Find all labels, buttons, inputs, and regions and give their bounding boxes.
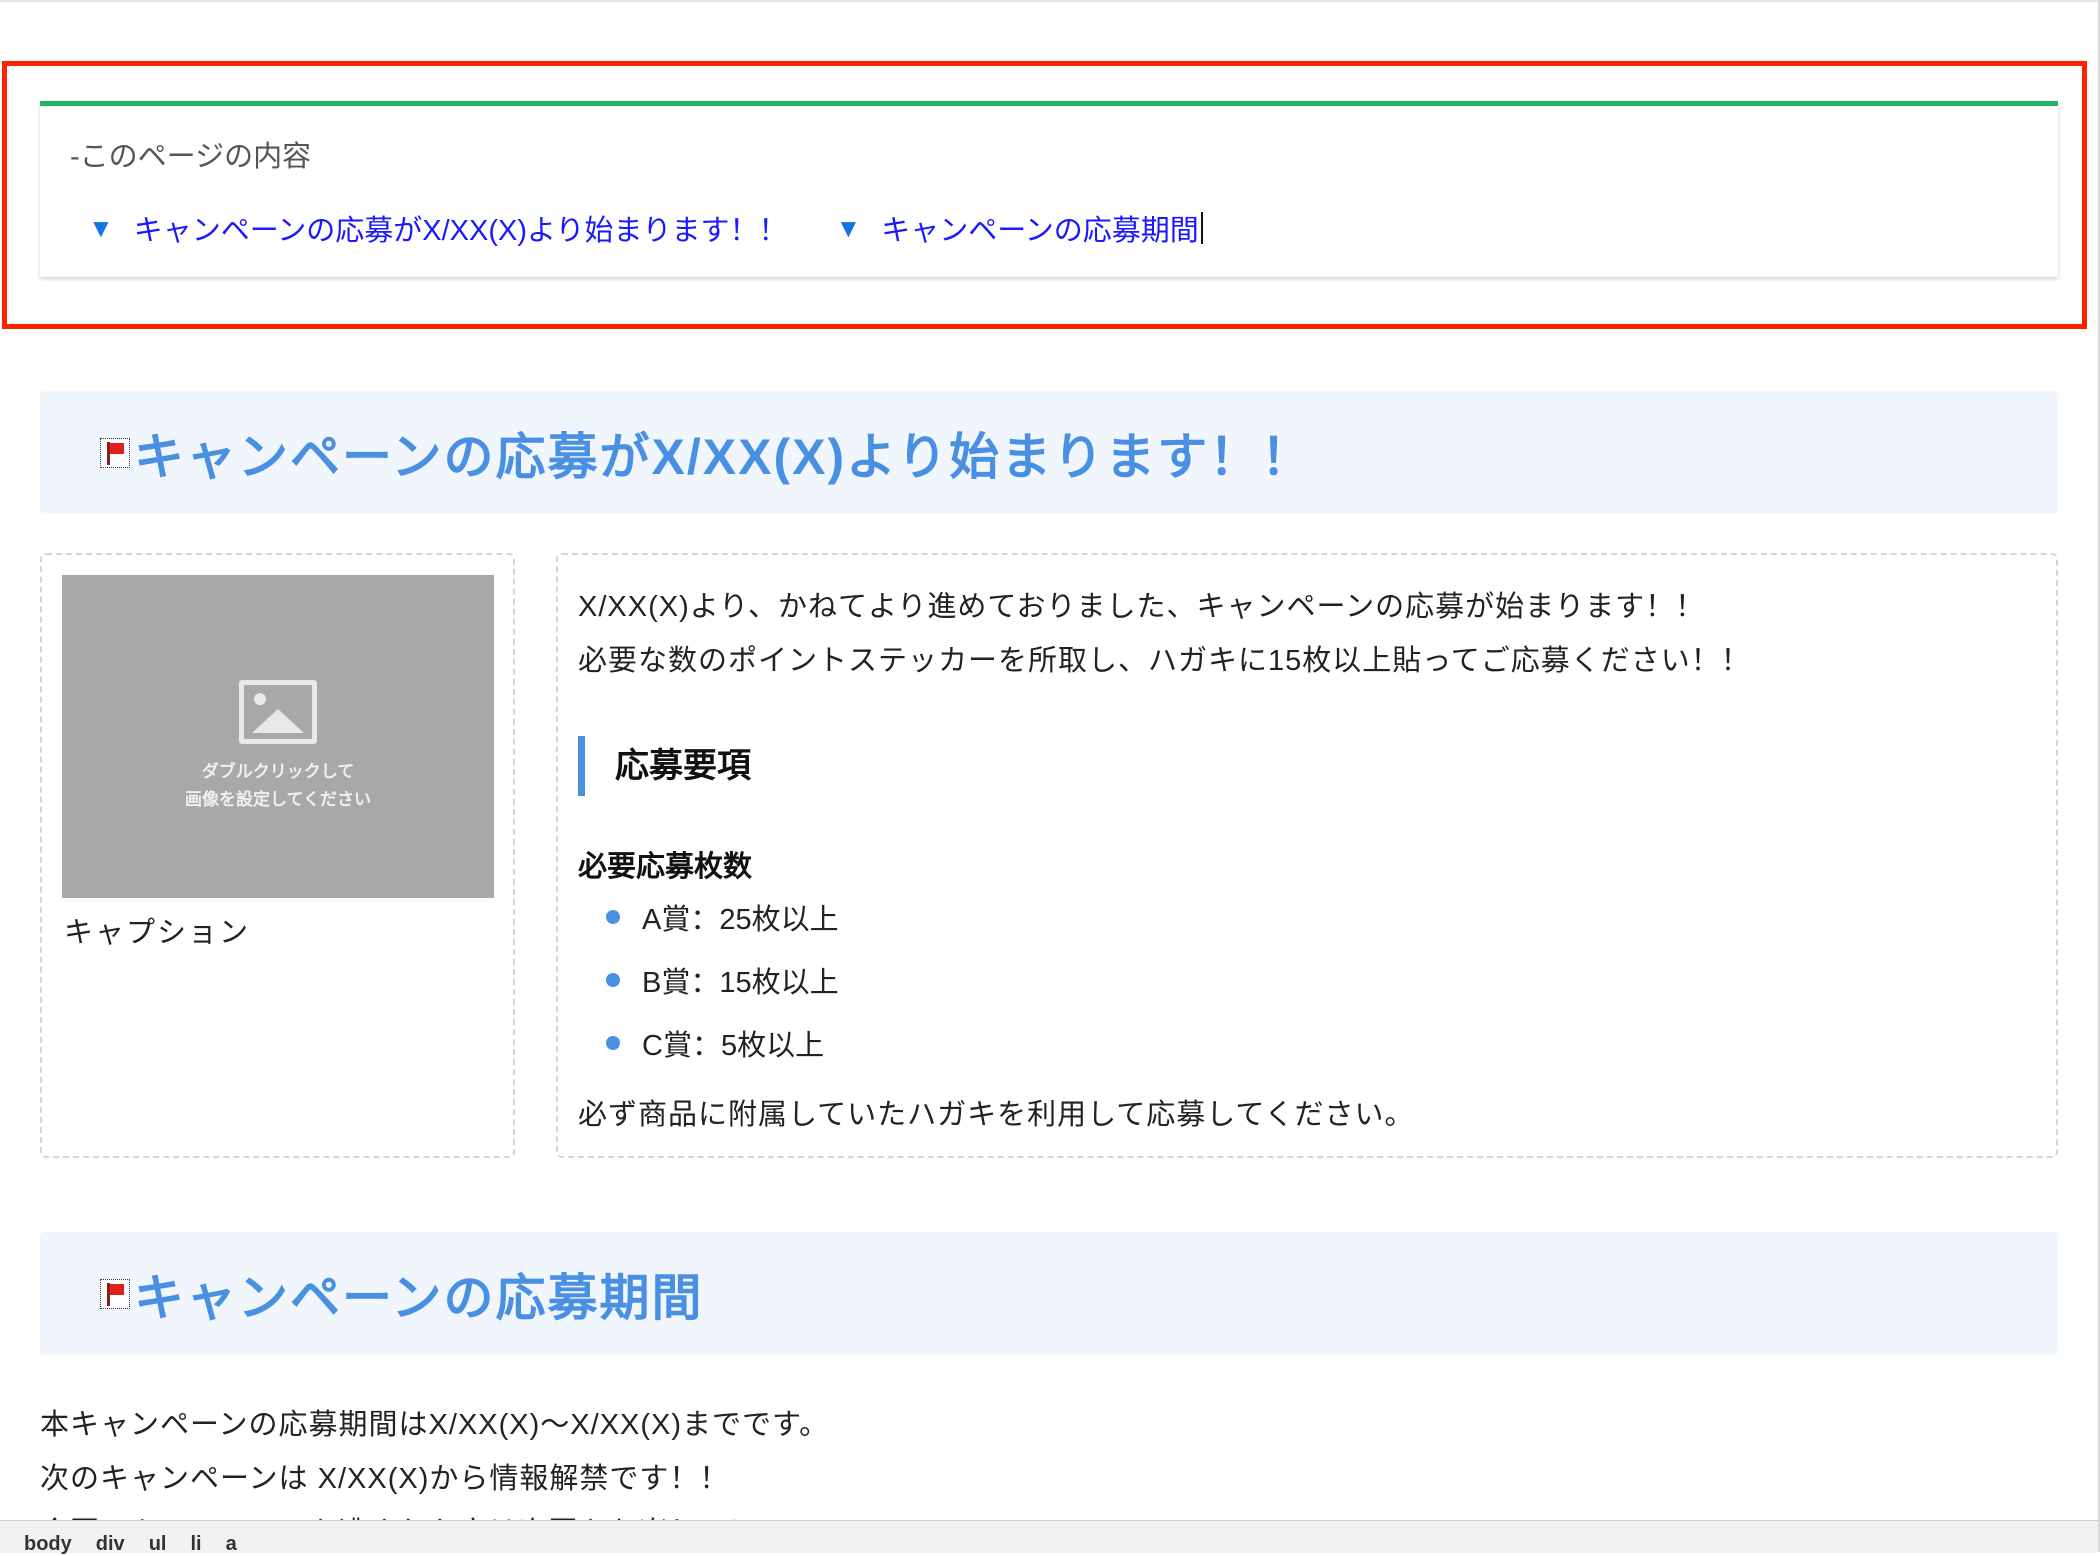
list-item: C賞：5枚以上 [606,1011,839,1074]
breadcrumb-item[interactable]: a [226,1533,237,1556]
requirements-label: 必要応募枚数 [578,851,753,883]
list-item: A賞：25枚以上 [606,885,839,948]
breadcrumb: body div ul li a [24,1533,237,1556]
paragraph: 今回のキャンペーンを逃された方は次回をお楽しみに！！ [40,1509,819,1520]
section-heading-campaign-start[interactable]: キャンペーンの応募がX/XX(X)より始まります！！ [40,391,2058,514]
subheading: 応募要項 [578,736,751,796]
section-heading-text: キャンペーンの応募期間 [134,1269,704,1326]
image-icon [239,679,317,744]
red-flag-icon [100,1278,130,1309]
toc-link-label: キャンペーンの応募がX/XX(X)より始まります！！ [133,215,788,247]
bullet-icon [606,972,620,987]
toc-link-campaign-start[interactable]: ▼ キャンペーンの応募がX/XX(X)より始まります！！ [88,207,787,249]
bullet-icon [606,909,620,924]
image-placeholder-text: ダブルクリックして 画像を設定してください [185,761,371,809]
text-block[interactable]: X/XX(X)より、かねてより進めておりました、キャンペーンの応募が始まります！… [556,553,2058,1158]
list-item: B賞：15枚以上 [606,948,839,1011]
toc-link-list: ▼ キャンペーンの応募がX/XX(X)より始まります！！ ▼ キャンペーンの応募… [88,207,1203,249]
paragraph: X/XX(X)より、かねてより進めておりました、キャンペーンの応募が始まります！… [578,591,1706,623]
section-heading-text: キャンペーンの応募がX/XX(X)より始まります！！ [134,428,1314,485]
triangle-down-icon: ▼ [835,212,862,243]
breadcrumb-item[interactable]: body [24,1533,72,1556]
paragraph: 必要な数のポイントステッカーを所取し、ハガキに15枚以上貼ってご応募ください！！ [578,645,1751,677]
breadcrumb-item[interactable]: div [96,1533,125,1556]
breadcrumb-item[interactable]: li [190,1533,201,1556]
section-heading-campaign-period[interactable]: キャンペーンの応募期間 [40,1232,2058,1355]
note-paragraph: 必ず商品に附属していたハガキを利用して応募してください。 [578,1099,1415,1131]
text-cursor [1200,212,1203,244]
image-block[interactable]: ダブルクリックして 画像を設定してください キャプション [40,553,515,1158]
toc-link-campaign-period[interactable]: ▼ キャンペーンの応募期間 [835,207,1203,249]
toc-link-label: キャンペーンの応募期間 [881,215,1199,247]
bullet-icon [606,1035,620,1050]
requirements-list: A賞：25枚以上 B賞：15枚以上 C賞：5枚以上 [606,885,839,1074]
editor-canvas[interactable]: -このページの内容 ▼ キャンペーンの応募がX/XX(X)より始まります！！ ▼… [0,0,2098,1520]
triangle-down-icon: ▼ [88,212,114,243]
image-placeholder[interactable]: ダブルクリックして 画像を設定してください [62,575,494,898]
toc-title: -このページの内容 [70,141,312,173]
image-caption[interactable]: キャプション [64,909,250,951]
red-flag-icon [100,437,130,468]
paragraph: 次のキャンペーンは X/XX(X)から情報解禁です！！ [40,1463,730,1495]
table-of-contents[interactable]: -このページの内容 ▼ キャンペーンの応募がX/XX(X)より始まります！！ ▼… [40,101,2058,277]
breadcrumb-item[interactable]: ul [149,1533,167,1556]
element-path-bar: body div ul li a [0,1520,2098,1556]
paragraph: 本キャンペーンの応募期間はX/XX(X)〜X/XX(X)までです。 [40,1409,830,1441]
